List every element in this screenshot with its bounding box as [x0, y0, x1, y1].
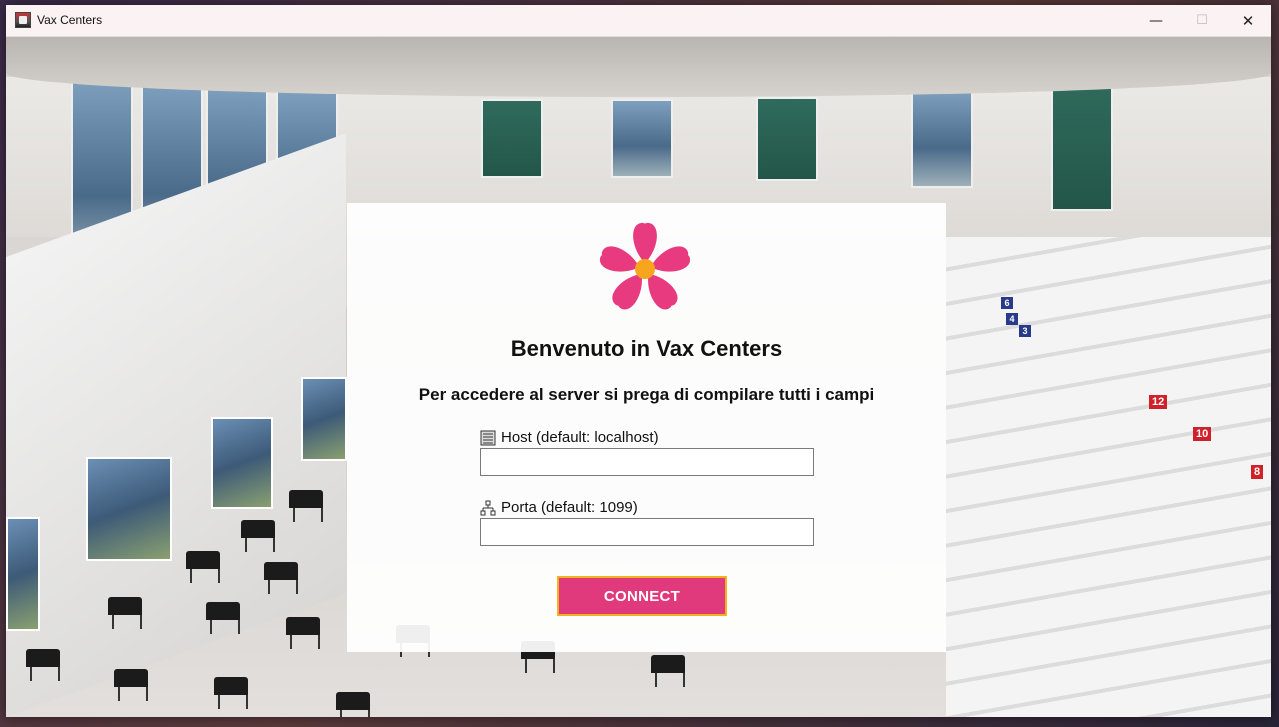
background-chair — [114, 669, 148, 701]
booth-number-tag: 10 — [1193, 427, 1212, 441]
server-icon — [480, 430, 496, 445]
host-label-text: Host (default: localhost) — [501, 429, 659, 446]
background-chair — [286, 617, 320, 649]
background-chair — [289, 490, 323, 522]
port-label-text: Porta (default: 1099) — [501, 499, 638, 516]
background-chair — [651, 655, 685, 687]
booth-number-tag: 4 — [1006, 313, 1018, 325]
background-panel — [1051, 77, 1113, 211]
background-chair — [264, 562, 298, 594]
booth-number-tag: 3 — [1019, 325, 1031, 337]
close-button[interactable]: ✕ — [1225, 5, 1271, 36]
welcome-heading: Benvenuto in Vax Centers — [510, 336, 783, 361]
background-panel — [911, 89, 973, 188]
login-panel: Benvenuto in Vax Centers Per accedere al… — [347, 203, 946, 652]
pink-flower-icon — [600, 222, 690, 310]
booth-number-tag: 6 — [1001, 297, 1013, 309]
background-panel — [611, 99, 673, 178]
background-picture — [6, 517, 40, 631]
app-window: Vax Centers — ☐ ✕ 12 10 8 6 4 3 Benvenut… — [6, 5, 1271, 717]
background-roof — [6, 37, 1271, 97]
background-panel — [481, 99, 543, 178]
background-booths — [946, 237, 1271, 717]
background-chair — [336, 692, 370, 717]
background-picture — [86, 457, 172, 561]
background-panel — [756, 97, 818, 181]
background-chair — [214, 677, 248, 709]
window-title: Vax Centers — [37, 13, 103, 27]
host-label: Host (default: localhost) — [480, 429, 659, 446]
instructions-text: Per accedere al server si prega di compi… — [418, 385, 875, 404]
app-icon — [15, 12, 31, 28]
background-chair — [206, 602, 240, 634]
minimize-button[interactable]: — — [1133, 5, 1179, 36]
port-input[interactable] — [480, 518, 814, 546]
background-picture — [301, 377, 347, 461]
maximize-button[interactable]: ☐ — [1179, 5, 1225, 36]
booth-number-tag: 8 — [1251, 465, 1264, 479]
connect-button[interactable]: CONNECT — [557, 576, 727, 616]
title-bar[interactable]: Vax Centers — ☐ ✕ — [6, 5, 1271, 37]
host-input[interactable] — [480, 448, 814, 476]
network-icon — [480, 500, 496, 515]
booth-number-tag: 12 — [1149, 395, 1168, 409]
background-image: 12 10 8 6 4 3 Benvenuto in Vax Centers P… — [6, 37, 1271, 717]
background-chair — [26, 649, 60, 681]
background-chair — [186, 551, 220, 583]
port-label: Porta (default: 1099) — [480, 499, 638, 516]
background-chair — [241, 520, 275, 552]
background-chair — [108, 597, 142, 629]
background-picture — [211, 417, 273, 509]
